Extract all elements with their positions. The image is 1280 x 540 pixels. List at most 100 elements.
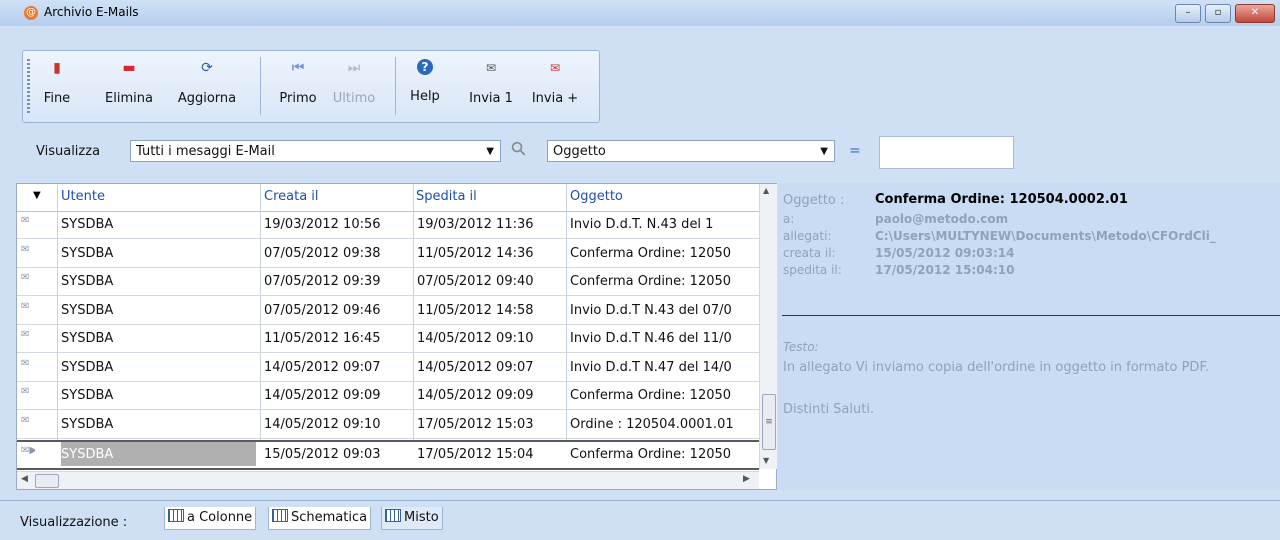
table-cell[interactable]: 14/05/2012 09:09	[264, 388, 416, 403]
table-cell[interactable]: SYSDBA	[61, 241, 256, 265]
horizontal-scrollbar[interactable]: ◀ ▶	[17, 471, 759, 489]
table-row[interactable]: ✉ SYSDBA 19/03/2012 10:56 19/03/2012 11:36 I…	[17, 212, 759, 239]
column-spedita[interactable]: Spedita il	[416, 189, 477, 204]
column-oggetto[interactable]: Oggetto	[570, 189, 623, 204]
invia1-button[interactable]: ✉ Invia 1	[463, 59, 519, 106]
view-mode-bar: Visualizzazione : a Colonne Schematica M…	[0, 500, 1280, 540]
tab-a-colonne[interactable]: a Colonne	[164, 507, 257, 530]
table-cell[interactable]: 19/03/2012 10:56	[264, 217, 416, 232]
table-cell[interactable]: 14/05/2012 09:07	[417, 360, 569, 375]
table-cell[interactable]: 11/05/2012 14:36	[417, 246, 569, 261]
testo-label: Testo:	[783, 340, 819, 354]
table-cell[interactable]: 07/05/2012 09:46	[264, 303, 416, 318]
table-cell[interactable]: SYSDBA	[61, 355, 256, 379]
aggiorna-button[interactable]: ⟳ Aggiorna	[171, 59, 243, 106]
creata-value: 15/05/2012 09:03:14	[875, 246, 1015, 260]
column-creata[interactable]: Creata il	[264, 189, 319, 204]
refresh-icon: ⟳	[201, 60, 213, 76]
mail-icon: ✉▶	[21, 445, 35, 456]
table-cell[interactable]: 11/05/2012 16:45	[264, 331, 416, 346]
table-cell[interactable]: 07/05/2012 09:38	[264, 246, 416, 261]
table-cell[interactable]: SYSDBA	[61, 412, 256, 436]
table-cell[interactable]: 17/05/2012 15:03	[417, 417, 569, 432]
search-icon[interactable]: ⚲	[506, 136, 531, 161]
table-row[interactable]: ✉ SYSDBA 14/05/2012 09:09 14/05/2012 09:09 C…	[17, 383, 759, 410]
toolbar-separator	[260, 57, 261, 115]
detail-pane: Oggetto : Conferma Ordine: 120504.0002.0…	[778, 183, 1280, 490]
field-select[interactable]: Oggetto ▼	[547, 140, 835, 162]
allegati-value: C:\Users\MULTYNEW\Documents\Metodo\CFOrd…	[875, 229, 1216, 243]
recipient-value: paolo@metodo.com	[875, 212, 1009, 226]
table-cell[interactable]: Invio D.d.T N.46 del 11/0	[570, 331, 756, 346]
ultimo-button[interactable]: ⏭ Ultimo	[329, 59, 379, 106]
table-cell[interactable]: 17/05/2012 15:04	[417, 447, 569, 462]
table-cell[interactable]: 07/05/2012 09:40	[417, 274, 569, 289]
grid-header: ▼ Utente Creata il Spedita il Oggetto	[17, 184, 759, 212]
help-button[interactable]: ? Help	[407, 59, 443, 104]
table-cell[interactable]: Conferma Ordine: 12050	[570, 447, 756, 462]
table-cell[interactable]: SYSDBA	[61, 298, 256, 322]
toolbar-grip[interactable]	[27, 59, 30, 115]
table-row[interactable]: ✉ SYSDBA 07/05/2012 09:38 11/05/2012 14:36 C…	[17, 241, 759, 268]
recipient-label: a:	[783, 212, 795, 226]
table-cell[interactable]: Invio D.d.T N.47 del 14/0	[570, 360, 756, 375]
table-row[interactable]: ✉ SYSDBA 07/05/2012 09:39 07/05/2012 09:40 C…	[17, 269, 759, 296]
invia1-label: Invia 1	[469, 91, 513, 106]
mixed-view-icon	[385, 509, 401, 522]
scroll-up-icon[interactable]: ▲	[763, 186, 769, 195]
table-cell[interactable]: 11/05/2012 14:58	[417, 303, 569, 318]
table-cell[interactable]: SYSDBA	[61, 269, 256, 293]
table-cell[interactable]: Invio D.d.T. N.43 del 1	[570, 217, 756, 232]
fine-button[interactable]: ▮ Fine	[37, 59, 77, 106]
scroll-right-icon[interactable]: ▶	[743, 474, 750, 484]
sort-arrow-icon[interactable]: ▼	[33, 190, 41, 201]
table-row[interactable]: ✉ SYSDBA 14/05/2012 09:10 17/05/2012 15:03 O…	[17, 412, 759, 439]
table-cell[interactable]: SYSDBA	[61, 212, 256, 236]
scroll-down-icon[interactable]: ▼	[763, 456, 769, 465]
column-utente[interactable]: Utente	[61, 189, 105, 204]
table-cell[interactable]: 14/05/2012 09:07	[264, 360, 416, 375]
table-cell[interactable]: Ordine : 120504.0001.01	[570, 417, 756, 432]
table-cell[interactable]: SYSDBA	[61, 442, 256, 466]
table-cell[interactable]: SYSDBA	[61, 326, 256, 350]
scroll-left-icon[interactable]: ◀	[21, 474, 28, 484]
table-cell[interactable]: SYSDBA	[61, 383, 256, 407]
table-row[interactable]: ✉ SYSDBA 11/05/2012 16:45 14/05/2012 09:10 I…	[17, 326, 759, 353]
mail-icon: ✉	[21, 414, 30, 426]
close-button[interactable]: ✕	[1235, 4, 1275, 23]
maximize-button[interactable]: ▫	[1205, 4, 1231, 23]
table-row[interactable]: ✉▶ SYSDBA 15/05/2012 09:03 17/05/2012 15:04…	[17, 440, 759, 470]
invia-plus-button[interactable]: ✉ Invia +	[527, 59, 583, 106]
title-bar: @ Archivio E-Mails – ▫ ✕	[0, 0, 1280, 26]
elimina-button[interactable]: ▬ Elimina	[97, 59, 161, 106]
elimina-label: Elimina	[105, 91, 153, 106]
view-filter-select[interactable]: Tutti i mesaggi E-Mail ▼	[130, 140, 501, 162]
table-cell[interactable]: 14/05/2012 09:10	[417, 331, 569, 346]
table-cell[interactable]: Conferma Ordine: 12050	[570, 388, 756, 403]
fine-label: Fine	[43, 91, 71, 106]
primo-button[interactable]: ⏮ Primo	[273, 59, 323, 106]
horizontal-scroll-thumb[interactable]	[35, 474, 59, 488]
table-row[interactable]: ✉ SYSDBA 07/05/2012 09:46 11/05/2012 14:58 I…	[17, 298, 759, 325]
columns-view-icon	[168, 509, 184, 522]
table-cell[interactable]: Invio D.d.T N.43 del 07/0	[570, 303, 756, 318]
vertical-scrollbar[interactable]: ▲ ≡ ▼	[759, 184, 777, 469]
chevron-down-icon: ▼	[820, 146, 828, 157]
table-cell[interactable]: 07/05/2012 09:39	[264, 274, 416, 289]
invia-plus-label: Invia +	[531, 91, 579, 106]
table-cell[interactable]: 14/05/2012 09:10	[264, 417, 416, 432]
tab-schematica[interactable]: Schematica	[268, 507, 372, 530]
table-row[interactable]: ✉ SYSDBA 14/05/2012 09:07 14/05/2012 09:07 I…	[17, 355, 759, 382]
table-cell[interactable]: 14/05/2012 09:09	[417, 388, 569, 403]
minimize-button[interactable]: –	[1175, 4, 1201, 23]
table-cell[interactable]: 15/05/2012 09:03	[264, 447, 416, 462]
table-cell[interactable]: Conferma Ordine: 12050	[570, 246, 756, 261]
mail-icon: ✉	[21, 243, 30, 255]
search-value-input[interactable]	[879, 136, 1014, 169]
table-cell[interactable]: Conferma Ordine: 12050	[570, 274, 756, 289]
mail-icon: ✉	[21, 300, 30, 312]
tab-misto[interactable]: Misto	[381, 507, 443, 530]
table-cell[interactable]: 19/03/2012 11:36	[417, 217, 569, 232]
vertical-scroll-thumb[interactable]: ≡	[762, 394, 776, 450]
view-filter-value: Tutti i mesaggi E-Mail	[136, 144, 275, 159]
